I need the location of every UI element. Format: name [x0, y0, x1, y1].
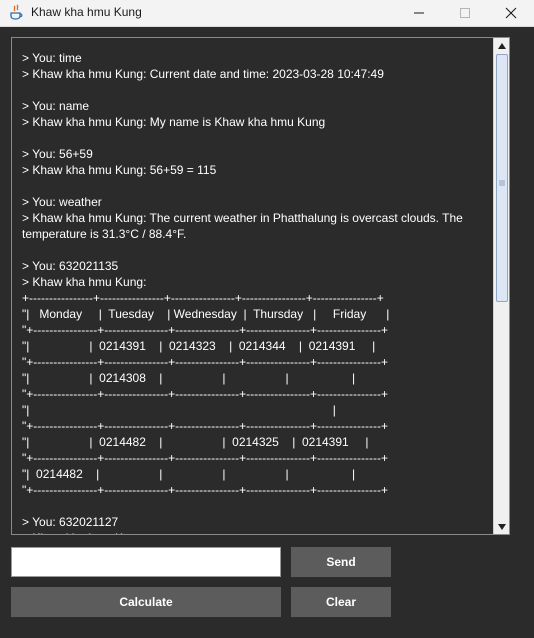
chat-transcript: > You: time > Khaw kha hmu Kung: Current… [22, 51, 463, 534]
calculate-button[interactable]: Calculate [11, 587, 281, 617]
close-icon [505, 7, 517, 19]
chat-history-panel[interactable]: > You: time > Khaw kha hmu Kung: Current… [11, 37, 510, 535]
send-button[interactable]: Send [291, 547, 391, 577]
message-input[interactable] [11, 547, 281, 577]
scroll-down-button[interactable] [494, 519, 509, 534]
maximize-icon [460, 8, 470, 18]
clear-button[interactable]: Clear [291, 587, 391, 617]
vertical-scrollbar[interactable] [493, 38, 509, 534]
arrow-down-icon [497, 523, 506, 530]
title-bar[interactable]: Khaw kha hmu Kung [0, 0, 534, 27]
window-title: Khaw kha hmu Kung [31, 5, 142, 19]
minimize-icon [414, 12, 424, 14]
scroll-up-button[interactable] [494, 38, 509, 53]
arrow-up-icon [497, 42, 506, 49]
close-window-button[interactable] [488, 0, 534, 26]
maximize-button[interactable] [442, 0, 488, 26]
java-app-icon [10, 4, 23, 20]
minimize-button[interactable] [396, 0, 442, 26]
grip-icon [499, 180, 505, 186]
scrollbar-thumb[interactable] [496, 54, 508, 302]
